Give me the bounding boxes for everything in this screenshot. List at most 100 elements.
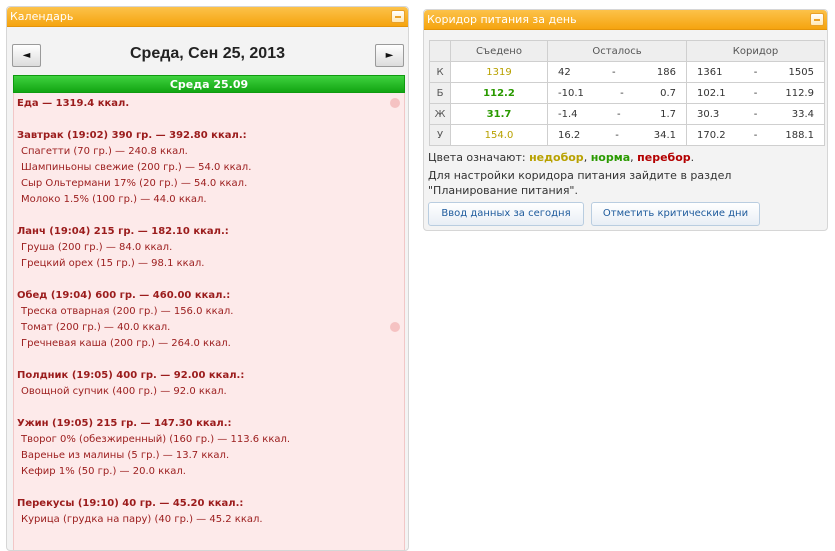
list-gap <box>17 400 401 416</box>
meal-item: Варенье из малины (5 гр.) — 13.7 ккал. <box>21 450 230 461</box>
enter-today-button[interactable]: Ввод данных за сегодня <box>428 202 584 226</box>
meal-header: Полдник (19:05) 400 гр. — 92.00 ккал.: <box>17 370 245 381</box>
legend-ok: норма <box>590 151 631 164</box>
calendar-title: Календарь <box>10 10 74 23</box>
corridor-max: 1505 <box>788 66 814 78</box>
column-header-corridor: Коридор <box>686 40 825 62</box>
corridor-min: 30.3 <box>697 108 720 120</box>
meal-item: Томат (200 гр.) — 40.0 ккал. <box>21 322 171 333</box>
eaten-value: 31.7 <box>450 103 548 125</box>
legend-over: перебор <box>637 151 691 164</box>
corridor-min: 102.1 <box>697 87 726 99</box>
list-gap <box>17 272 401 288</box>
corridor-table: Съедено Осталось Коридор К 1319 42 - 186 1361… <box>429 40 825 146</box>
table-header-row: Съедено Осталось Коридор <box>429 40 825 62</box>
legend-sep: , <box>630 151 634 164</box>
row-label: К <box>429 61 451 83</box>
meal-header: Обед (19:04) 600 гр. — 460.00 ккал.: <box>17 290 231 301</box>
meal-item: Треска отварная (200 гр.) — 156.0 ккал. <box>21 306 234 317</box>
table-row: У 154.0 16.2 - 34.1 170.2 - 188.1 <box>429 124 825 146</box>
eaten-value: 154.0 <box>450 124 548 146</box>
column-header-label <box>429 40 451 62</box>
meal-item: Кефир 1% (50 гр.) — 20.0 ккал. <box>21 466 186 477</box>
corridor-range: 30.3 - 33.4 <box>686 103 825 125</box>
meal-header: Ужин (19:05) 215 гр. — 147.30 ккал.: <box>17 418 232 429</box>
corridor-range: 102.1 - 112.9 <box>686 82 825 104</box>
calendar-panel: Календарь ◄ Среда, Сен 25, 2013 ► Среда … <box>6 6 409 551</box>
row-label: Ж <box>429 103 451 125</box>
day-title: Среда, Сен 25, 2013 <box>129 45 285 62</box>
hand-pointer-icon[interactable] <box>390 98 400 108</box>
collapse-icon[interactable] <box>810 13 824 26</box>
list-gap <box>17 480 401 496</box>
dash: - <box>617 108 621 120</box>
corridor-panel: Коридор питания за день Съедено Осталось… <box>423 9 828 231</box>
legend-low: недобор <box>529 151 584 164</box>
collapse-icon[interactable] <box>391 10 405 23</box>
left-range: 16.2 - 34.1 <box>547 124 687 146</box>
corridor-range: 1361 - 1505 <box>686 61 825 83</box>
dash: - <box>753 87 758 99</box>
left-min: -1.4 <box>558 108 578 120</box>
left-min: 42 <box>558 66 571 78</box>
day-bar[interactable]: Среда 25.09 <box>13 75 405 93</box>
column-header-left: Осталось <box>547 40 687 62</box>
left-max: 34.1 <box>653 129 676 141</box>
corridor-hint: Для настройки коридора питания зайдите в… <box>428 169 732 197</box>
column-header-eaten: Съедено <box>450 40 548 62</box>
eaten-value: 112.2 <box>450 82 548 104</box>
meal-item: Спагетти (70 гр.) — 240.8 ккал. <box>21 146 188 157</box>
meal-header: Завтрак (19:02) 390 гр. — 392.80 ккал.: <box>17 130 247 141</box>
meal-header: Перекусы (19:10) 40 гр. — 45.20 ккал.: <box>17 498 244 509</box>
table-row: К 1319 42 - 186 1361 - 1505 <box>429 61 825 83</box>
left-min: -10.1 <box>558 87 584 99</box>
corridor-min: 1361 <box>697 66 723 78</box>
corridor-max: 33.4 <box>791 108 814 120</box>
meal-item: Молоко 1.5% (100 гр.) — 44.0 ккал. <box>21 194 207 205</box>
row-label: У <box>429 124 451 146</box>
legend-end: . <box>690 151 695 164</box>
day-meal-list: Еда — 1319.4 ккал. Завтрак (19:02) 390 гр… <box>13 93 405 550</box>
legend-prefix: Цвета означают: <box>428 151 526 164</box>
list-gap <box>17 352 401 368</box>
calendar-header: Календарь <box>7 7 408 27</box>
row-label: Б <box>429 82 451 104</box>
corridor-title: Коридор питания за день <box>427 13 577 26</box>
left-min: 16.2 <box>558 129 581 141</box>
table-row: Б 112.2 -10.1 - 0.7 102.1 - 112.9 <box>429 82 825 104</box>
meal-header: Еда — 1319.4 ккал. <box>17 98 130 109</box>
left-range: 42 - 186 <box>547 61 687 83</box>
dash: - <box>753 66 758 78</box>
meal-item: Овощной супчик (400 гр.) — 92.0 ккал. <box>21 386 227 397</box>
corridor-header: Коридор питания за день <box>424 10 827 30</box>
meal-header: Ланч (19:04) 215 гр. — 182.10 ккал.: <box>17 226 229 237</box>
corridor-max: 188.1 <box>785 129 814 141</box>
dash: - <box>615 129 619 141</box>
dash: - <box>753 129 758 141</box>
list-gap <box>17 112 401 128</box>
mark-critical-days-button[interactable]: Отметить критические дни <box>591 202 760 226</box>
left-max: 1.7 <box>660 108 676 120</box>
eaten-value: 1319 <box>450 61 548 83</box>
left-range: -10.1 - 0.7 <box>547 82 687 104</box>
color-legend: Цвета означают: недобор, норма, перебор. <box>428 150 694 166</box>
left-range: -1.4 - 1.7 <box>547 103 687 125</box>
dash: - <box>612 66 616 78</box>
meal-item: Сыр Ольтермани 17% (20 гр.) — 54.0 ккал. <box>21 178 248 189</box>
meal-item: Курица (грудка на пару) (40 гр.) — 45.2 … <box>21 514 263 525</box>
meal-item: Шампиньоны свежие (200 гр.) — 54.0 ккал. <box>21 162 252 173</box>
corridor-table-wrap: Съедено Осталось Коридор К 1319 42 - 186 1361… <box>429 40 825 146</box>
prev-day-button[interactable]: ◄ <box>12 44 41 67</box>
meal-item: Творог 0% (обезжиренный) (160 гр.) — 113… <box>21 434 291 445</box>
corridor-range: 170.2 - 188.1 <box>686 124 825 146</box>
legend-sep: , <box>583 151 588 164</box>
hand-pointer-icon[interactable] <box>390 322 400 332</box>
dash: - <box>620 87 624 99</box>
next-day-button[interactable]: ► <box>375 44 404 67</box>
list-gap <box>17 208 401 224</box>
table-row: Ж 31.7 -1.4 - 1.7 30.3 - 33.4 <box>429 103 825 125</box>
left-max: 186 <box>656 66 676 78</box>
meal-item: Груша (200 гр.) — 84.0 ккал. <box>21 242 173 253</box>
dash: - <box>753 108 758 120</box>
left-max: 0.7 <box>660 87 676 99</box>
